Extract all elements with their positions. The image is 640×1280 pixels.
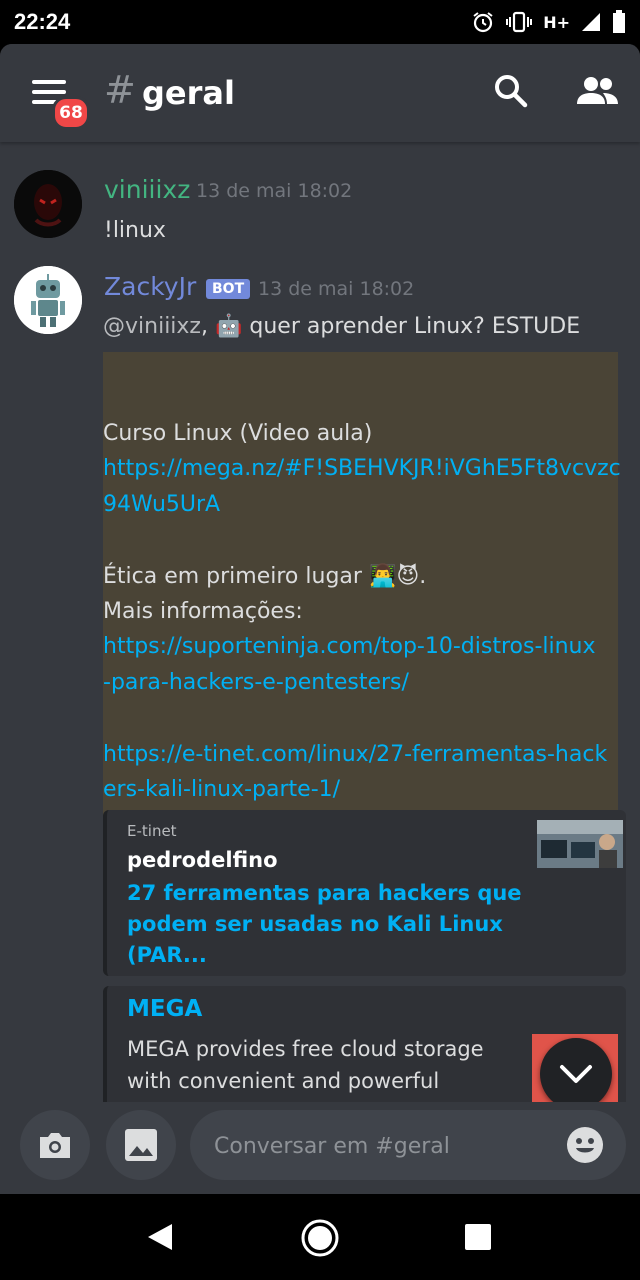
status-time: 22:24 — [14, 9, 71, 34]
camera-button[interactable] — [20, 1110, 90, 1180]
embed-author: pedrodelfino — [127, 848, 278, 872]
message-author[interactable]: ZackyJr — [104, 272, 196, 301]
suporteninja-link-cont[interactable]: -para-hackers-e-pentesters/ — [103, 670, 409, 695]
course-label: Curso Linux (Video aula) — [103, 421, 373, 446]
embed-description-line: with convenient and powerful — [127, 1069, 440, 1093]
message-line: @viniiixz, 🤖 quer aprender Linux? ESTUDE — [103, 314, 581, 339]
embed-title-line[interactable]: podem ser usadas no Kali Linux — [127, 909, 503, 940]
bot-tag: BOT — [206, 279, 251, 299]
notification-badge: 68 — [52, 96, 90, 130]
message-input-container[interactable] — [190, 1110, 626, 1180]
back-icon[interactable] — [146, 1222, 174, 1252]
chat-app: 68 # geral viniiixz 13 de mai 18:02 !lin… — [0, 44, 640, 1194]
link-embed[interactable]: E-tinet pedrodelfino 27 ferramentas para… — [103, 810, 626, 976]
network-type: H+ — [543, 12, 570, 32]
emoji-icon[interactable] — [566, 1126, 604, 1164]
status-bar: 22:24 H+ — [0, 0, 640, 44]
message-text: !linux — [104, 218, 166, 243]
more-info-line: Mais informações: — [103, 599, 303, 624]
bot-avatar[interactable] — [14, 266, 82, 334]
etinet-link-cont[interactable]: ers-kali-linux-parte-1/ — [103, 777, 340, 802]
technologist-emoji: 👨‍💻😈 — [368, 564, 420, 589]
home-icon[interactable] — [300, 1218, 340, 1258]
jump-to-bottom-button[interactable] — [540, 1038, 612, 1102]
message-input[interactable] — [212, 1126, 546, 1166]
search-icon[interactable] — [494, 74, 528, 108]
message-timestamp: 13 de mai 18:02 — [258, 278, 415, 300]
avatar[interactable] — [14, 170, 82, 238]
gallery-button[interactable] — [106, 1110, 176, 1180]
signal-icon — [582, 13, 600, 31]
robot-emoji: 🤖 — [214, 314, 243, 339]
channel-hash-icon: # — [104, 68, 136, 112]
ethics-line: Ética em primeiro lugar 👨‍💻😈. — [103, 564, 427, 589]
camera-icon — [40, 1133, 70, 1158]
embed-provider: E-tinet — [127, 822, 177, 840]
recents-icon[interactable] — [464, 1223, 492, 1251]
battery-icon — [613, 10, 625, 33]
embed-title[interactable]: MEGA — [127, 994, 202, 1025]
etinet-link[interactable]: https://e-tinet.com/linux/27-ferramentas… — [103, 742, 607, 767]
suporteninja-link[interactable]: https://suporteninja.com/top-10-distros-… — [103, 634, 596, 659]
mega-link[interactable]: https://mega.nz/#F!SBEHVKJR!iVGhE5Ft8vcv… — [103, 456, 621, 481]
embed-description-line: MEGA provides free cloud storage — [127, 1037, 484, 1061]
message-list[interactable]: viniiixz 13 de mai 18:02 !linux ZackyJr … — [0, 142, 640, 1102]
chevron-down-icon — [560, 1065, 592, 1083]
embed-title-line[interactable]: 27 ferramentas para hackers que — [127, 878, 522, 909]
embed-title-line[interactable]: (PAR... — [127, 940, 207, 971]
message-timestamp: 13 de mai 18:02 — [196, 180, 353, 202]
user-mention[interactable]: @viniiixz — [103, 314, 201, 339]
message-author[interactable]: viniiixz — [104, 175, 190, 204]
channel-name: geral — [142, 74, 235, 112]
status-icons: H+ — [471, 10, 626, 34]
channel-header: 68 # geral — [0, 44, 640, 142]
members-icon[interactable] — [576, 74, 620, 108]
embed-thumbnail[interactable] — [537, 820, 623, 868]
mega-link-cont[interactable]: 94Wu5UrA — [103, 492, 220, 517]
image-icon — [125, 1129, 157, 1161]
message-composer — [0, 1102, 640, 1194]
vibrate-icon — [506, 11, 533, 33]
system-navigation-bar — [0, 1194, 640, 1280]
alarm-icon — [473, 12, 493, 33]
